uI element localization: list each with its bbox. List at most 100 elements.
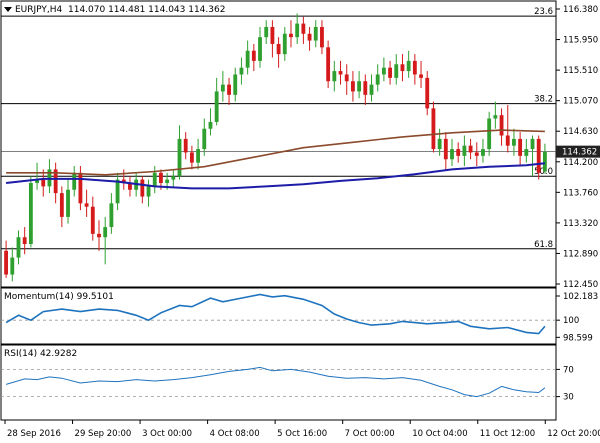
candle-body xyxy=(103,227,108,238)
candle-body xyxy=(258,37,262,61)
candle-body xyxy=(400,64,405,72)
ohlc-values: 114.070 114.481 114.043 114.362 xyxy=(68,5,225,15)
symbol-label: EURJPY,H4 xyxy=(15,5,63,15)
price-axis-label: 114.200 xyxy=(563,158,598,168)
candle-body xyxy=(183,138,188,153)
candle-body xyxy=(4,250,9,275)
candle-body xyxy=(332,71,337,82)
candle-body xyxy=(264,26,269,38)
candle-body xyxy=(276,43,281,55)
candle-body xyxy=(350,81,355,92)
candle-body xyxy=(109,203,114,228)
price-axis-label: 112.450 xyxy=(563,280,598,290)
candle-body xyxy=(344,74,349,82)
candle-body xyxy=(363,81,368,95)
candle-body xyxy=(196,149,201,163)
candle-body xyxy=(394,64,399,78)
candle-body xyxy=(450,149,454,160)
time-axis-label: 3 Oct 00:00 xyxy=(142,429,192,439)
candle-body xyxy=(481,149,485,156)
candle-body xyxy=(369,84,374,95)
candle-body xyxy=(468,145,473,153)
candle-body xyxy=(41,179,46,187)
price-axis-label: 115.510 xyxy=(563,66,598,76)
candle-body xyxy=(214,91,219,122)
price-axis-label: 113.320 xyxy=(563,219,598,229)
candle-body xyxy=(326,47,331,82)
candle-body xyxy=(165,179,170,183)
candle-body xyxy=(115,179,120,204)
fib-level-label: 38.2 xyxy=(534,95,553,105)
time-axis-label: 10 Oct 04:00 xyxy=(412,429,467,439)
candle-body xyxy=(419,74,423,78)
candle-body xyxy=(159,172,163,183)
price-axis-label: 113.760 xyxy=(563,188,598,198)
candle-body xyxy=(524,149,529,156)
time-axis-label: 4 Oct 08:00 xyxy=(210,429,260,439)
candle-body xyxy=(295,23,300,38)
candle-body xyxy=(542,151,547,172)
price-axis-label: 112.890 xyxy=(563,249,598,259)
candle-body xyxy=(202,128,207,150)
candle-body xyxy=(59,193,64,217)
time-axis-label: 29 Sep 20:00 xyxy=(75,429,132,439)
candle-body xyxy=(412,60,417,75)
candle-body xyxy=(251,50,256,61)
candle-body xyxy=(270,26,275,44)
chart-canvas[interactable]: 23.638.250.061.8 116.380115.950115.51011… xyxy=(0,0,600,443)
momentum-title: Momentum(14) 99.5101 xyxy=(4,292,114,302)
candle-body xyxy=(456,149,461,156)
candle-body xyxy=(301,23,306,34)
candle-body xyxy=(227,84,231,95)
candle-body xyxy=(233,74,238,95)
candle-body xyxy=(388,67,392,78)
candle-body xyxy=(90,206,95,234)
trading-chart[interactable]: 23.6 38.2 50.0 61.8 116.380 115.950 115.510 11… xyxy=(0,0,600,443)
time-axis-label: 5 Oct 16:00 xyxy=(277,429,327,439)
candle-body xyxy=(146,186,151,197)
price-axis-label: 115.070 xyxy=(563,97,598,107)
candle-body xyxy=(493,115,498,119)
candle-body xyxy=(28,182,33,245)
candle-body xyxy=(282,33,287,55)
candle-body xyxy=(78,172,83,204)
dropdown-triangle-icon[interactable] xyxy=(4,7,12,12)
candle-body xyxy=(289,33,293,38)
candle-body xyxy=(425,77,430,109)
candle-body xyxy=(16,237,21,258)
candle-body xyxy=(140,179,145,197)
candle-body xyxy=(505,135,510,146)
candle-body xyxy=(381,67,386,75)
candle-body xyxy=(84,203,89,207)
candle-body xyxy=(66,189,70,217)
candle-body xyxy=(320,26,324,48)
candles-layer[interactable] xyxy=(4,13,547,282)
candle-body xyxy=(338,71,343,75)
candle-body xyxy=(152,172,157,187)
rsi-layer xyxy=(1,366,556,398)
rsi-axis-label: 30 xyxy=(563,393,574,403)
candle-body xyxy=(536,138,541,173)
candle-body xyxy=(462,145,467,156)
candle-body xyxy=(171,176,176,180)
candle-body xyxy=(245,50,250,68)
candle-body xyxy=(208,121,213,129)
momentum-axis-label: 98.599 xyxy=(563,333,593,343)
candle-body xyxy=(239,67,244,75)
candle-body xyxy=(512,138,516,146)
time-axis-label: 12 Oct 20:00 xyxy=(547,429,600,439)
momentum-axis-label: 102.183 xyxy=(563,292,598,302)
candle-body xyxy=(307,33,312,41)
rsi-line xyxy=(5,366,546,398)
time-axis-label: 7 Oct 00:00 xyxy=(345,429,395,439)
rsi-title: RSI(14) 42.9282 xyxy=(4,349,77,359)
candle-body xyxy=(220,84,225,92)
price-axis-label: 115.950 xyxy=(563,36,598,46)
candle-body xyxy=(313,26,318,41)
momentum-axis-label: 100 xyxy=(563,316,579,326)
current-price-label: 114.362 xyxy=(562,148,597,158)
fib-level-label: 23.6 xyxy=(534,7,553,17)
candle-body xyxy=(406,60,411,72)
candle-body xyxy=(499,115,504,136)
time-axis-label: 11 Oct 12:00 xyxy=(480,429,535,439)
